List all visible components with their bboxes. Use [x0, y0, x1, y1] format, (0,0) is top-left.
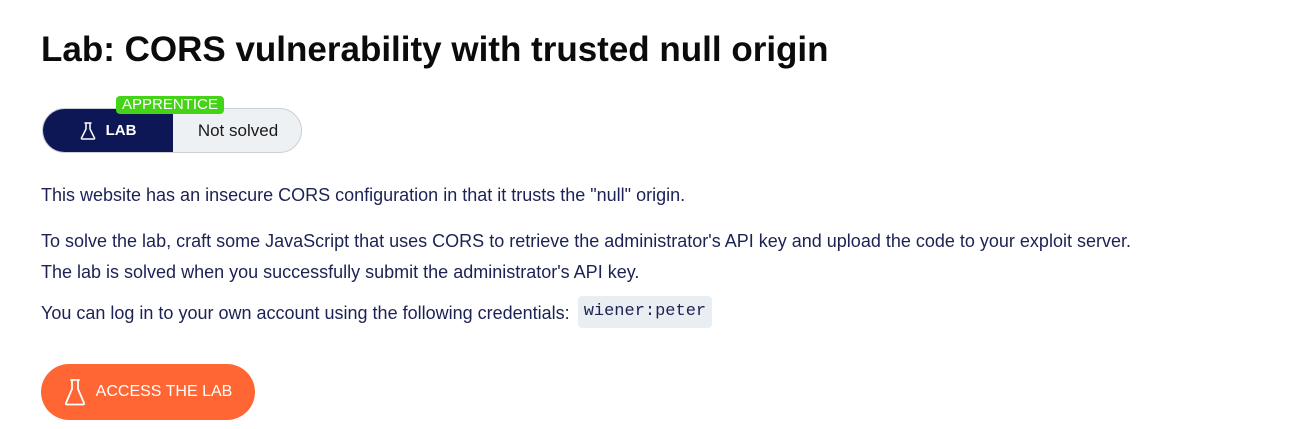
flask-icon [64, 378, 86, 406]
access-lab-label: ACCESS THE LAB [95, 383, 233, 400]
description-line-3: You can log in to your own account using… [41, 296, 713, 330]
description-line-2b: The lab is solved when you successfully … [41, 262, 640, 282]
lab-status-badge: LAB Not solved [42, 108, 302, 153]
solved-status: Not solved [197, 120, 279, 140]
description-line-2a: To solve the lab, craft some JavaScript … [41, 231, 1131, 251]
description-paragraph-2: To solve the lab, craft some JavaScript … [41, 226, 1131, 288]
level-tag: APPRENTICE [116, 96, 224, 114]
page-title: Lab: CORS vulnerability with trusted nul… [41, 30, 829, 69]
lab-label-segment: LAB [43, 109, 173, 152]
credentials-intro: You can log in to your own account using… [41, 303, 570, 323]
lab-label: LAB [105, 122, 137, 139]
flask-icon [80, 121, 96, 140]
credentials-code: wiener:peter [577, 296, 713, 329]
access-lab-button[interactable]: ACCESS THE LAB [41, 364, 255, 420]
description-line-1: This website has an insecure CORS config… [41, 185, 686, 205]
